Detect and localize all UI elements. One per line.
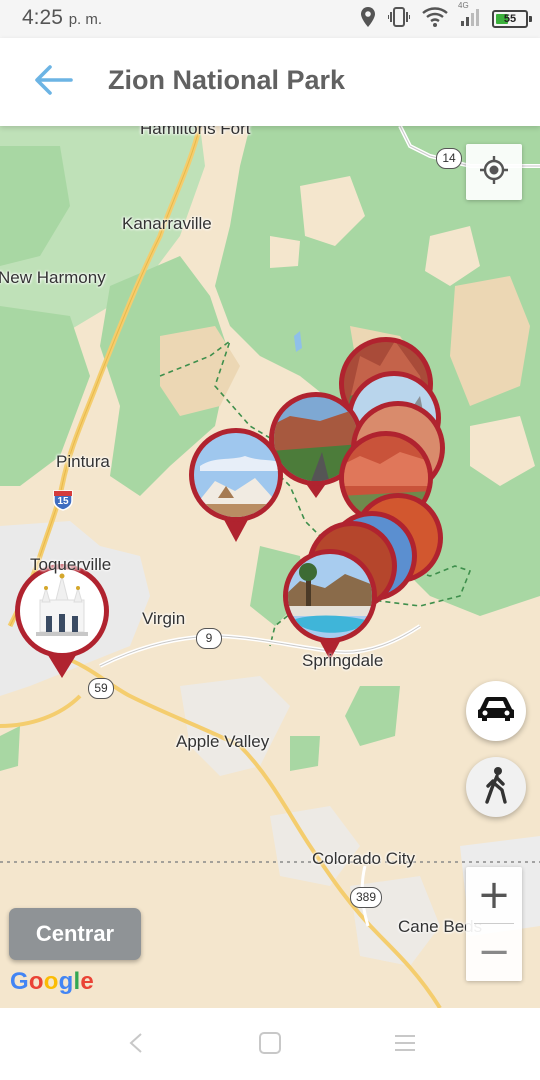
arrow-left-icon bbox=[33, 64, 73, 101]
town-label-colorado-city: Colorado City bbox=[312, 849, 415, 868]
town-label-apple-valley: Apple Valley bbox=[176, 732, 270, 751]
system-nav-bar bbox=[0, 1008, 540, 1080]
nav-menu-button[interactable] bbox=[385, 1030, 425, 1060]
status-icons: 4G 55 bbox=[360, 1, 532, 33]
battery-level: 55 bbox=[503, 13, 517, 25]
route-shield: 59 bbox=[88, 678, 114, 699]
google-logo-letter: G bbox=[10, 968, 29, 995]
car-icon bbox=[476, 695, 516, 728]
walking-mode-button[interactable] bbox=[466, 757, 526, 817]
signal-icon: 4G bbox=[458, 1, 480, 32]
town-label-toquerville: Toquerville bbox=[30, 555, 112, 574]
interstate-shield: 15 bbox=[52, 489, 74, 511]
center-button[interactable]: Centrar bbox=[9, 908, 141, 960]
google-logo-letter: g bbox=[58, 968, 74, 995]
map-view[interactable]: Hamiltons Fort Kanarraville New Harmony … bbox=[0, 126, 540, 1008]
zoom-out-button[interactable]: − bbox=[466, 924, 522, 980]
route-shield: 389 bbox=[350, 887, 383, 908]
page-title: Zion National Park bbox=[108, 65, 346, 95]
town-label-new-harmony: New Harmony bbox=[0, 268, 106, 287]
google-logo-letter: e bbox=[80, 968, 94, 995]
town-label-virgin: Virgin bbox=[142, 609, 186, 628]
driving-mode-button[interactable] bbox=[466, 681, 526, 741]
walking-person-icon bbox=[481, 766, 511, 809]
status-time: 4:25 p. m. bbox=[22, 6, 102, 30]
wifi-icon bbox=[422, 6, 448, 32]
battery-icon: 55 bbox=[492, 10, 532, 28]
town-label-pintura: Pintura bbox=[56, 452, 110, 471]
back-button[interactable] bbox=[26, 58, 80, 106]
my-location-icon bbox=[479, 155, 509, 190]
google-logo-letter: o bbox=[28, 968, 44, 995]
home-square-icon bbox=[258, 1031, 282, 1060]
status-bar: 4:25 p. m. 4G 55 bbox=[0, 0, 540, 38]
nav-home-button[interactable] bbox=[250, 1030, 290, 1060]
zoom-in-button[interactable]: + bbox=[466, 867, 522, 923]
status-time-ampm: p. m. bbox=[68, 11, 103, 28]
my-location-button[interactable] bbox=[466, 144, 522, 200]
network-type-label: 4G bbox=[458, 0, 469, 10]
back-triangle-icon bbox=[128, 1032, 144, 1059]
location-status-icon bbox=[360, 6, 376, 33]
route-shield: 9 bbox=[196, 628, 222, 649]
town-label-kanarraville: Kanarraville bbox=[122, 214, 212, 233]
google-logo: Google bbox=[10, 968, 94, 996]
town-label-springdale: Springdale bbox=[302, 651, 384, 670]
app-bar: Zion National Park bbox=[0, 38, 540, 126]
menu-lines-icon bbox=[394, 1033, 416, 1058]
zoom-control: + − bbox=[466, 867, 522, 981]
interstate-number: 15 bbox=[57, 496, 69, 507]
town-label-hamiltons-fort: Hamiltons Fort bbox=[140, 126, 251, 138]
google-logo-letter: o bbox=[43, 968, 59, 995]
route-shield: 14 bbox=[436, 148, 462, 169]
nav-back-button[interactable] bbox=[116, 1030, 156, 1060]
status-time-value: 4:25 bbox=[22, 6, 63, 29]
vibrate-icon bbox=[387, 6, 411, 32]
